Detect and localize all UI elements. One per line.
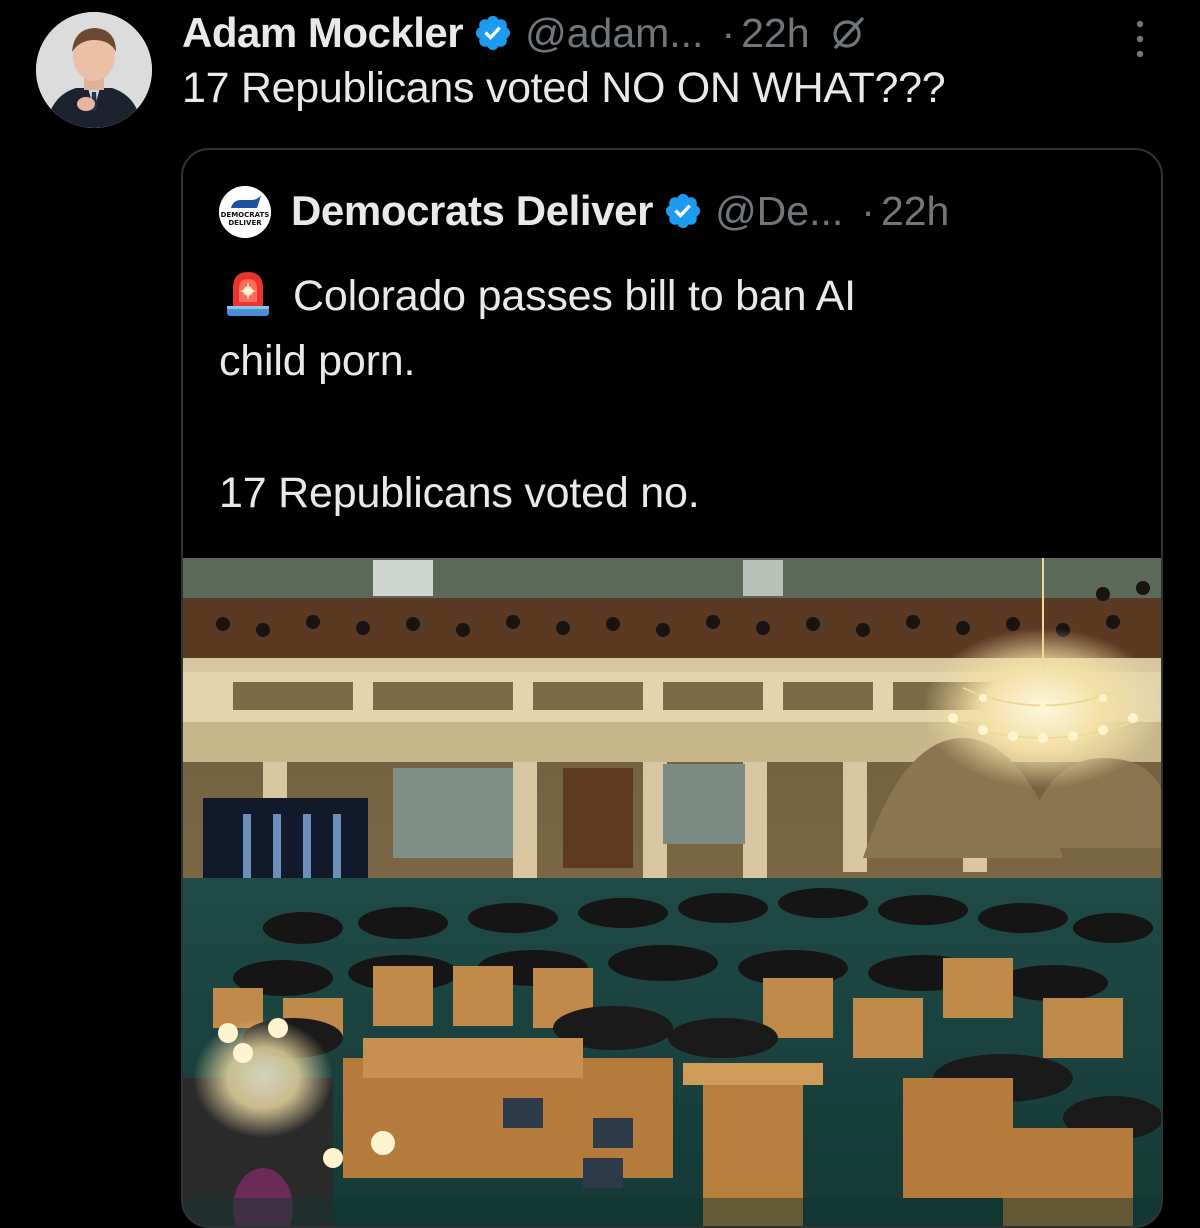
separator-dot: · — [721, 9, 736, 56]
separator-dot: · — [861, 187, 875, 234]
avatar[interactable] — [36, 12, 152, 128]
display-name[interactable]: Adam Mockler — [182, 9, 464, 57]
quoted-text-line: Colorado passes bill to ban AI — [219, 262, 1119, 328]
democrats-deliver-logo: DEMOCRATS DELIVER — [219, 186, 271, 238]
tweet[interactable]: Adam Mockler @adam... · 22h 17 Republica… — [0, 0, 1200, 1228]
tweet-header: Adam Mockler @adam... · 22h — [182, 6, 868, 60]
quoted-text-line2: child porn. — [219, 337, 416, 385]
quoted-display-name[interactable]: Democrats Deliver — [291, 187, 653, 235]
grok-icon[interactable] — [828, 13, 868, 53]
timestamp[interactable]: 22h — [741, 10, 809, 57]
tweet-text: 17 Republicans voted NO ON WHAT??? — [182, 64, 946, 112]
quoted-avatar[interactable]: DEMOCRATS DELIVER — [219, 186, 271, 238]
logo-text-line2: DELIVER — [228, 219, 262, 227]
logo-text-line1: DEMOCRATS — [221, 211, 270, 219]
quoted-handle[interactable]: @De... — [715, 188, 843, 235]
legislative-chamber-photo — [183, 558, 1161, 1226]
quoted-text-blank — [219, 394, 1119, 460]
quoted-tweet-card[interactable]: DEMOCRATS DELIVER Democrats Deliver @De.… — [181, 148, 1163, 1228]
avatar-photo — [36, 12, 152, 128]
verified-badge-icon — [476, 15, 511, 51]
quoted-tweet-text: Colorado passes bill to ban AI child por… — [219, 262, 1119, 526]
quoted-text-line3: 17 Republicans voted no. — [219, 469, 700, 517]
siren-emoji-icon — [227, 272, 269, 316]
verified-badge-icon — [665, 193, 701, 229]
quoted-tweet-header: Democrats Deliver @De... · 22h — [291, 184, 949, 238]
quoted-timestamp[interactable]: 22h — [881, 188, 949, 235]
more-options-icon[interactable] — [1128, 16, 1152, 62]
quoted-media-photo[interactable] — [183, 558, 1161, 1226]
quoted-text-line1: Colorado passes bill to ban AI — [293, 272, 856, 320]
handle[interactable]: @adam... — [525, 10, 703, 57]
